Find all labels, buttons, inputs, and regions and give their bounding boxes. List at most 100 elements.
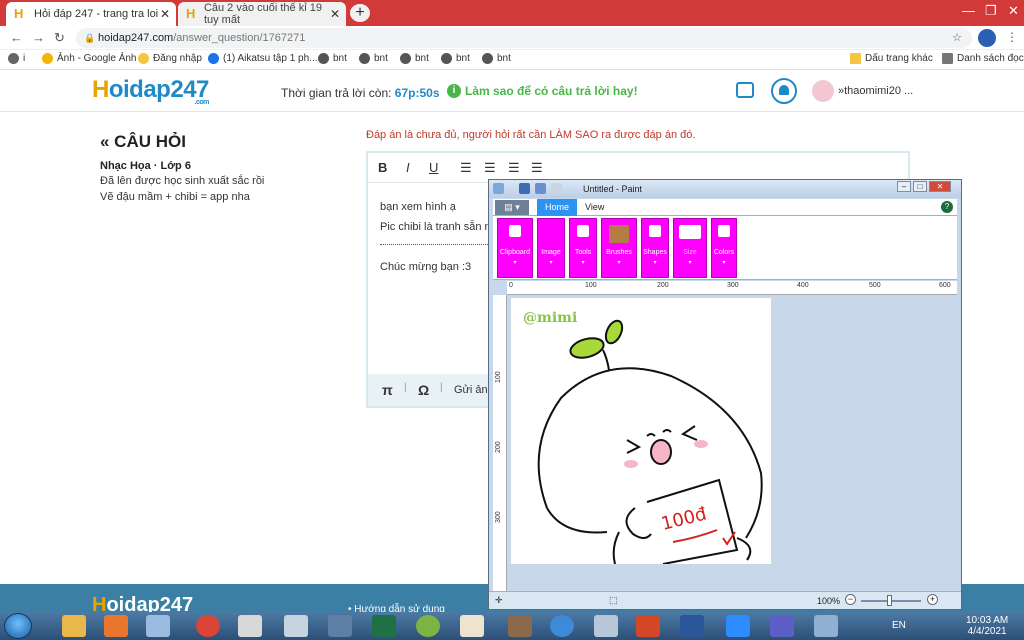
tab-home[interactable]: Home bbox=[537, 199, 577, 216]
zoom-in-button[interactable]: + bbox=[927, 594, 938, 605]
zoom-icon[interactable] bbox=[726, 615, 750, 637]
bookmark-aikatsu[interactable]: (1) Aikatsu tập 1 ph... bbox=[208, 53, 318, 64]
paint-canvas[interactable]: 100đ @mimi bbox=[511, 298, 771, 564]
calculator-icon[interactable] bbox=[284, 615, 308, 637]
input-language[interactable]: EN bbox=[892, 620, 906, 631]
ribbon-tools[interactable]: Tools ▾ bbox=[569, 218, 597, 278]
bookmark-bnt-5[interactable]: bnt bbox=[482, 53, 511, 64]
chrome-icon[interactable] bbox=[196, 615, 220, 637]
bell-icon[interactable] bbox=[771, 78, 797, 104]
window-app-icon[interactable] bbox=[328, 615, 352, 637]
file-explorer-icon[interactable] bbox=[62, 615, 86, 637]
powerpoint-icon[interactable] bbox=[636, 615, 660, 637]
bookmark-bnt-3[interactable]: bnt bbox=[400, 53, 429, 64]
ruler-tick-label: 300 bbox=[727, 282, 739, 289]
paint-app-icon[interactable] bbox=[493, 183, 504, 194]
paint-taskbar-icon[interactable] bbox=[146, 615, 170, 637]
avatar[interactable] bbox=[812, 80, 834, 102]
paint-maximize-icon[interactable]: □ bbox=[913, 181, 927, 192]
hoidap247-logo[interactable]: Hoidap247 .com bbox=[92, 76, 209, 106]
close-icon[interactable]: ✕ bbox=[160, 7, 170, 21]
brush-app-icon[interactable] bbox=[508, 615, 532, 637]
start-button[interactable] bbox=[4, 613, 32, 639]
reading-list[interactable]: Danh sách đọc bbox=[942, 53, 1024, 64]
ribbon-colors[interactable]: Colors ▾ bbox=[711, 218, 737, 278]
profile-icon[interactable] bbox=[978, 29, 996, 47]
chat-icon[interactable] bbox=[736, 82, 754, 98]
cursor-position-icon: ✛ bbox=[495, 595, 503, 605]
tab-title: Câu 2 vào cuối thế kỉ 19 tuy mất bbox=[203, 2, 322, 26]
horizontal-ruler: 0 100 200 300 400 500 600 bbox=[507, 281, 957, 295]
media-player-icon[interactable] bbox=[104, 615, 128, 637]
username[interactable]: »thaomimi20 ... bbox=[838, 85, 913, 97]
bookmark-other[interactable]: Dấu trang khác bbox=[850, 53, 933, 64]
paint-window[interactable]: Untitled - Paint – □ ✕ ▤ ▾ Home View ? C… bbox=[488, 179, 962, 610]
apps-icon[interactable]: i bbox=[8, 53, 25, 64]
bookmark-star-icon[interactable]: ☆ bbox=[952, 28, 962, 48]
math-pi-button[interactable]: π bbox=[382, 382, 393, 398]
bookmark-google-photos[interactable]: Ảnh - Google Ảnh bbox=[42, 53, 137, 64]
greenshot-icon[interactable] bbox=[416, 615, 440, 637]
tab-hoidap-answer[interactable]: H Hỏi đáp 247 - trang tra loi ✕ bbox=[6, 2, 176, 26]
ribbon-clipboard[interactable]: Clipboard ▾ bbox=[497, 218, 533, 278]
notepad-icon[interactable] bbox=[460, 615, 484, 637]
bookmark-bnt-1[interactable]: bnt bbox=[318, 53, 347, 64]
address-bar[interactable]: 🔒 hoidap247.com/answer_question/1767271 … bbox=[76, 28, 972, 48]
paint-minimize-icon[interactable]: – bbox=[897, 181, 911, 192]
tab-view[interactable]: View bbox=[585, 202, 604, 212]
answer-tip-link[interactable]: i Làm sao để có câu trả lời hay! bbox=[447, 84, 638, 98]
align-right-icon[interactable]: ☰ bbox=[508, 160, 520, 176]
align-justify-icon[interactable]: ☰ bbox=[531, 160, 543, 176]
save-icon[interactable] bbox=[519, 183, 530, 194]
restore-icon[interactable]: ❐ bbox=[985, 3, 997, 19]
grid-app-icon[interactable] bbox=[238, 615, 262, 637]
editor-content[interactable]: bạn xem hình ạ Pic chibi là tranh sẵn n … bbox=[380, 197, 491, 277]
bookmark-bnt-4[interactable]: bnt bbox=[441, 53, 470, 64]
zoom-slider-handle[interactable] bbox=[887, 595, 892, 606]
question-heading: « CÂU HỎI bbox=[100, 132, 186, 151]
undo-icon[interactable] bbox=[535, 183, 546, 194]
italic-button[interactable]: I bbox=[406, 160, 410, 175]
menu-icon[interactable]: ⋮ bbox=[1006, 30, 1018, 44]
align-left-icon[interactable]: ☰ bbox=[460, 160, 472, 176]
help-icon[interactable]: ? bbox=[941, 201, 953, 213]
bookmark-bnt-2[interactable]: bnt bbox=[359, 53, 388, 64]
ribbon-shapes[interactable]: Shapes ▾ bbox=[641, 218, 669, 278]
bold-button[interactable]: B bbox=[378, 160, 387, 175]
minimize-icon[interactable]: — bbox=[962, 3, 975, 18]
forward-icon[interactable]: → bbox=[32, 30, 45, 45]
url-path: /answer_question/1767271 bbox=[173, 32, 306, 44]
system-clock[interactable]: 10:03 AM 4/4/2021 bbox=[966, 615, 1008, 637]
align-center-icon[interactable]: ☰ bbox=[484, 160, 496, 176]
excel-icon[interactable] bbox=[372, 615, 396, 637]
zoom-out-button[interactable]: − bbox=[845, 594, 856, 605]
brush-icon bbox=[609, 225, 629, 243]
paint-close-icon[interactable]: ✕ bbox=[929, 181, 951, 192]
ribbon-image[interactable]: Image ▾ bbox=[537, 218, 565, 278]
ribbon-brushes[interactable]: Brushes ▾ bbox=[601, 218, 637, 278]
paint-canvas-area[interactable]: 100đ @mimi bbox=[507, 295, 957, 591]
new-tab-button[interactable]: + bbox=[350, 4, 370, 22]
teams-icon[interactable] bbox=[770, 615, 794, 637]
close-icon[interactable]: ✕ bbox=[330, 7, 340, 21]
ruler-tick-label: 100 bbox=[495, 371, 502, 383]
word-icon[interactable] bbox=[680, 615, 704, 637]
timer-value: 67p:50s bbox=[394, 86, 440, 100]
ruler-tick-label: 400 bbox=[797, 282, 809, 289]
tab-question[interactable]: H Câu 2 vào cuối thế kỉ 19 tuy mất ✕ bbox=[178, 2, 346, 26]
window-close-icon[interactable]: ✕ bbox=[1008, 3, 1019, 19]
photos-app-icon[interactable] bbox=[814, 615, 838, 637]
reload-icon[interactable]: ↻ bbox=[54, 30, 65, 46]
paint-title-bar[interactable]: Untitled - Paint – □ ✕ bbox=[489, 180, 961, 198]
underline-button[interactable]: U bbox=[429, 160, 438, 175]
back-icon[interactable]: ← bbox=[10, 30, 23, 45]
omega-symbol-button[interactable]: Ω bbox=[418, 382, 429, 398]
tab-title: Hỏi đáp 247 - trang tra loi bbox=[34, 8, 159, 20]
paint-file-menu-button[interactable]: ▤ ▾ bbox=[495, 200, 529, 215]
clock-date: 4/4/2021 bbox=[967, 626, 1007, 637]
redo-icon[interactable] bbox=[551, 183, 562, 194]
tool-app-icon[interactable] bbox=[594, 615, 618, 637]
edge-icon[interactable] bbox=[550, 615, 574, 637]
ribbon-size[interactable]: Size ▾ bbox=[673, 218, 707, 278]
bookmark-login[interactable]: Đăng nhập bbox=[138, 53, 202, 64]
